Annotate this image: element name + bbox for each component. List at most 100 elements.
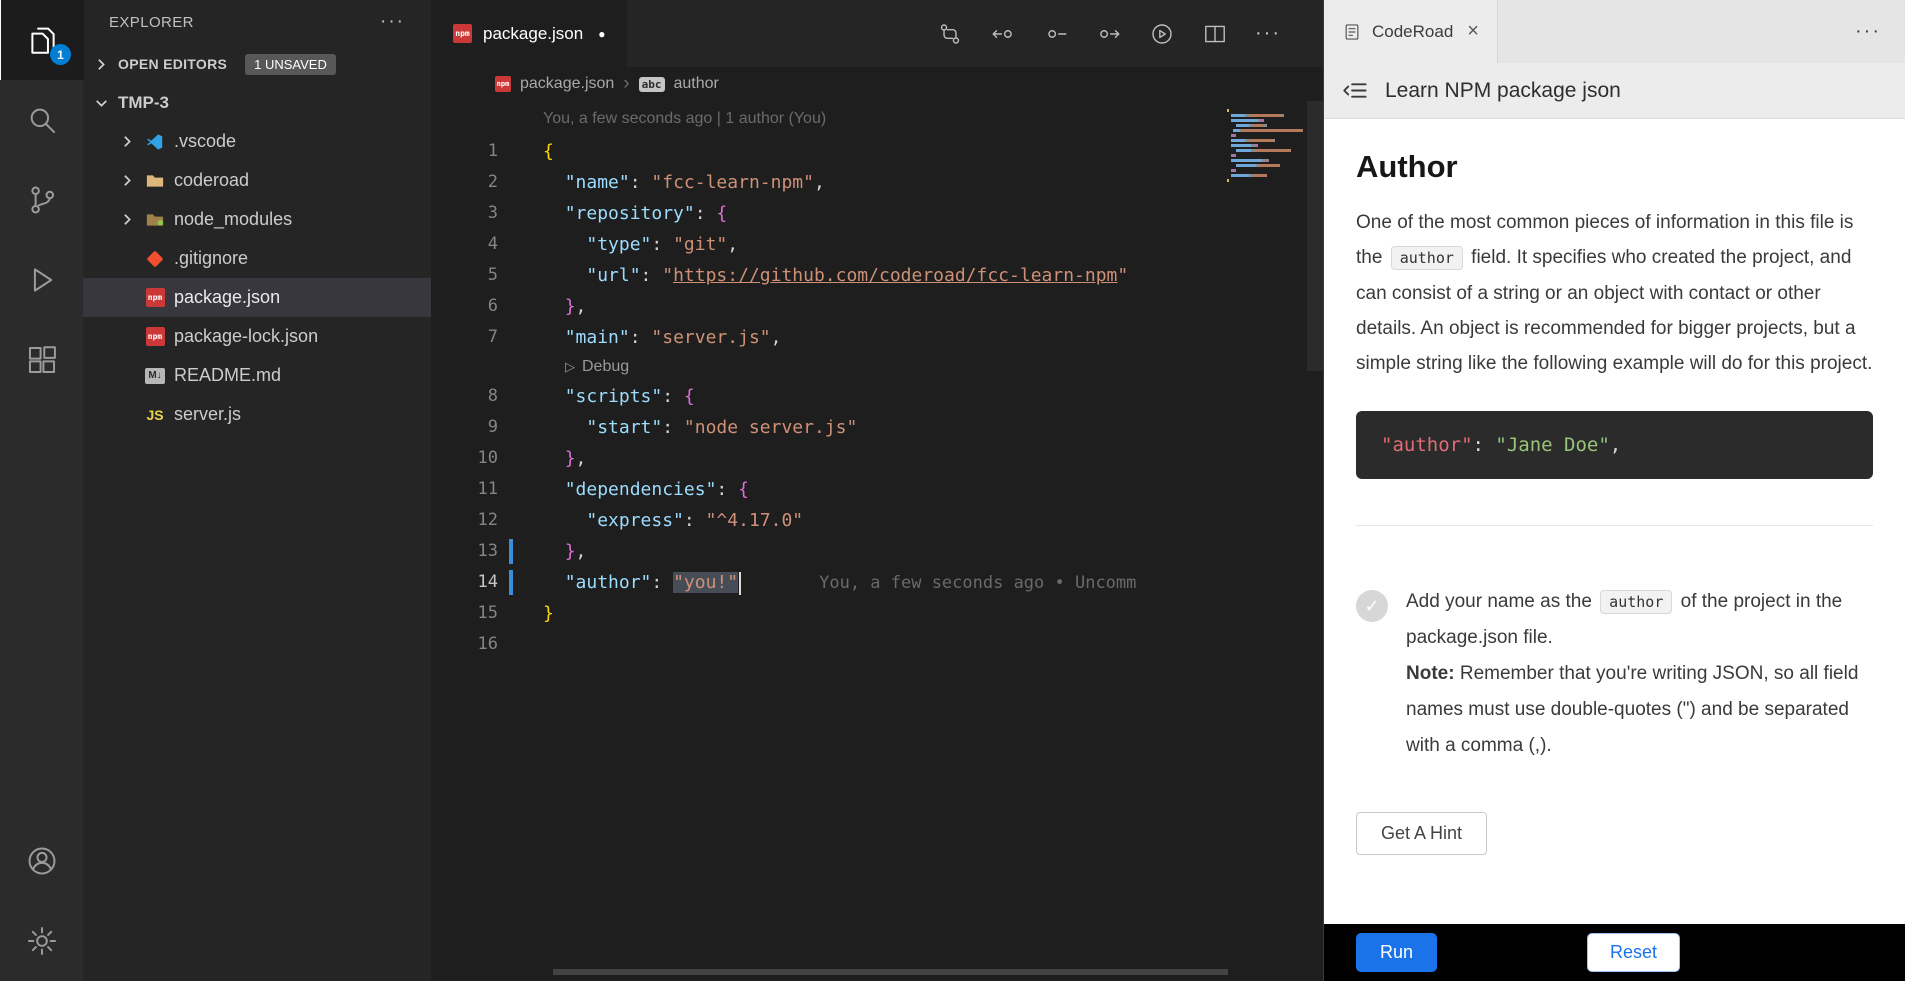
file-icon-slot (144, 210, 166, 230)
more-actions-icon[interactable]: ··· (1855, 20, 1905, 43)
file-README.md[interactable]: M↓ README.md (83, 356, 431, 395)
code-token (543, 172, 565, 193)
authors-codelens[interactable]: You, a few seconds ago | 1 author (You) (543, 110, 1323, 133)
code-line-2[interactable]: 2 "name": "fcc-learn-npm", (431, 167, 1323, 198)
git-icon (149, 253, 161, 265)
file-server.js[interactable]: JS server.js (83, 395, 431, 434)
folder-root-tmp-3[interactable]: TMP-3 (83, 84, 431, 122)
task-checkbox[interactable]: ✓ (1356, 590, 1388, 622)
notebook-icon (1342, 22, 1362, 42)
code-line-14[interactable]: 14 "author": "you!"You, a few seconds ag… (431, 567, 1323, 598)
file-.vscode[interactable]: .vscode (83, 122, 431, 161)
search-icon (25, 103, 59, 137)
file-icon-slot (144, 171, 166, 191)
more-actions-icon[interactable]: ··· (1255, 22, 1281, 45)
extensions-icon (25, 343, 59, 377)
code-token (543, 479, 565, 500)
task-item: ✓ Add your name as the author of the pro… (1356, 584, 1873, 764)
breadcrumb-file[interactable]: package.json (520, 75, 614, 93)
compare-changes-icon[interactable] (937, 21, 963, 47)
line-number: 13 (431, 536, 498, 567)
minimap-line (1227, 169, 1303, 172)
task-note: Note: Remember that you're writing JSON,… (1406, 656, 1866, 764)
file-node_modules[interactable]: node_modules (83, 200, 431, 239)
symbol-string-icon: abc (639, 77, 665, 92)
more-actions-icon[interactable]: ··· (380, 11, 405, 33)
activity-extensions[interactable] (0, 320, 83, 400)
breadcrumb-symbol[interactable]: author (674, 75, 719, 93)
close-icon[interactable]: × (1467, 20, 1479, 43)
coderoad-tab-label: CodeRoad (1372, 22, 1453, 42)
file-coderoad[interactable]: coderoad (83, 161, 431, 200)
file-.gitignore[interactable]: .gitignore (83, 239, 431, 278)
gutter (498, 167, 543, 198)
npm-icon: npm (146, 327, 165, 346)
code-token: : (662, 386, 684, 407)
debug-codelens[interactable]: ▷Debug (565, 353, 629, 381)
code-line-1[interactable]: 1 { (431, 136, 1323, 167)
explorer-sidebar: EXPLORER ··· OPEN EDITORS 1 UNSAVED TMP-… (83, 0, 431, 981)
minimap-line (1227, 139, 1303, 142)
activity-search[interactable] (0, 80, 83, 160)
change-marker-icon[interactable] (1043, 21, 1069, 47)
activity-account[interactable] (0, 821, 83, 901)
code-line-16[interactable]: 16 (431, 629, 1323, 660)
code-editor[interactable]: You, a few seconds ago | 1 author (You) … (431, 101, 1323, 981)
activity-run-debug[interactable] (0, 240, 83, 320)
code-line-6[interactable]: 6 }, (431, 291, 1323, 322)
code-token: "fcc-learn-npm" (651, 172, 814, 193)
code-token: "dependencies" (565, 479, 717, 500)
code-token: "you!" (673, 572, 738, 593)
code-token: , (576, 541, 587, 562)
line-number: 5 (431, 260, 498, 291)
run-button[interactable]: Run (1356, 933, 1437, 972)
split-editor-icon[interactable] (1202, 21, 1228, 47)
code-line-5[interactable]: 5 "url": "https://github.com/coderoad/fc… (431, 260, 1323, 291)
node-modules-folder-icon (145, 210, 165, 230)
npm-icon: npm (453, 24, 472, 43)
file-icon-slot: JS (144, 407, 166, 423)
minimap-line (1227, 129, 1303, 132)
next-change-icon[interactable] (1096, 21, 1122, 47)
check-icon: ✓ (1364, 596, 1379, 617)
activity-source-control[interactable] (0, 160, 83, 240)
code-line-4[interactable]: 4 "type": "git", (431, 229, 1323, 260)
line-number: 16 (431, 629, 498, 660)
gutter (498, 229, 543, 260)
code-line-11[interactable]: 11 "dependencies": { (431, 474, 1323, 505)
vscode-icon (146, 133, 164, 151)
code-line-12[interactable]: 12 "express": "^4.17.0" (431, 505, 1323, 536)
gutter (498, 136, 543, 167)
run-script-icon[interactable] (1149, 21, 1175, 47)
open-editors-header[interactable]: OPEN EDITORS 1 UNSAVED (83, 44, 431, 84)
minimap-line (1227, 159, 1303, 162)
line-number: 15 (431, 598, 498, 629)
breadcrumb: npm package.json › abc author (431, 67, 1323, 101)
tab-package-json[interactable]: npm package.json ● (431, 0, 627, 67)
code-line-9[interactable]: 9 "start": "node server.js" (431, 412, 1323, 443)
reset-button[interactable]: Reset (1587, 933, 1680, 972)
file-package.json[interactable]: npm package.json (83, 278, 431, 317)
code-line-13[interactable]: 13 }, (431, 536, 1323, 567)
chevron-right-icon (119, 211, 136, 228)
line-number: 9 (431, 412, 498, 443)
code-token: "type" (586, 234, 651, 255)
file-icon-slot (144, 133, 166, 151)
tab-coderoad[interactable]: CodeRoad × (1324, 0, 1498, 63)
code-token: : (651, 234, 673, 255)
scrollbar-horizontal[interactable] (553, 969, 1228, 975)
activity-settings[interactable] (0, 901, 83, 981)
activity-explorer[interactable]: 1 (0, 0, 84, 80)
code-line-7[interactable]: 7 "main": "server.js", (431, 322, 1323, 353)
code-token: { (738, 479, 749, 500)
minimap[interactable] (1227, 109, 1303, 189)
previous-change-icon[interactable] (990, 21, 1016, 47)
code-line-10[interactable]: 10 }, (431, 443, 1323, 474)
code-line-15[interactable]: 15 } (431, 598, 1323, 629)
code-line-8[interactable]: 8 "scripts": { (431, 381, 1323, 412)
back-to-lessons-icon[interactable] (1342, 77, 1369, 104)
code-line-3[interactable]: 3 "repository": { (431, 198, 1323, 229)
get-hint-button[interactable]: Get A Hint (1356, 812, 1487, 855)
scrollbar-vertical[interactable] (1307, 101, 1323, 371)
file-package-lock.json[interactable]: npm package-lock.json (83, 317, 431, 356)
